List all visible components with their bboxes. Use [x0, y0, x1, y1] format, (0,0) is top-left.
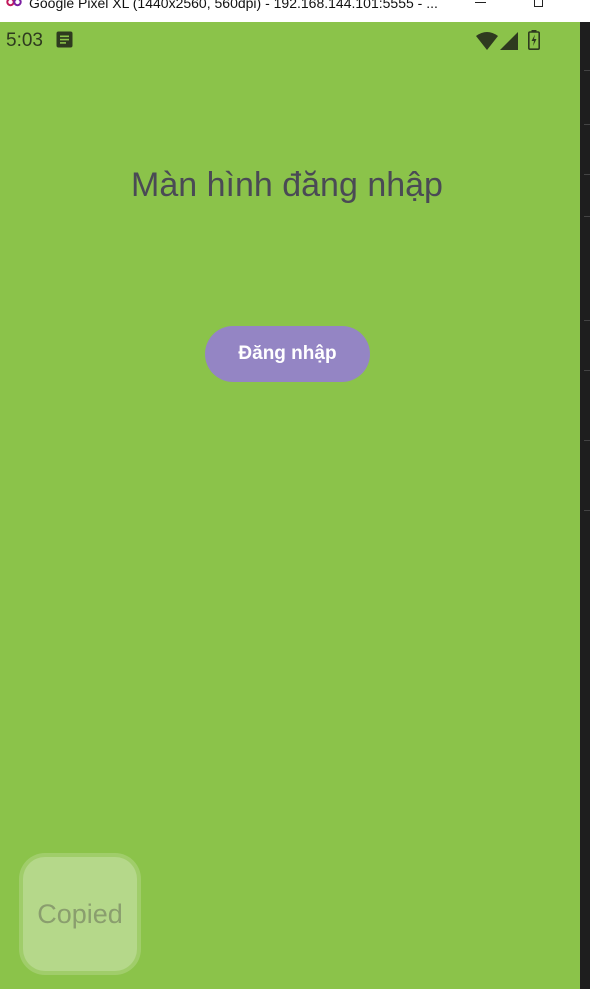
window-bottom-edge	[0, 989, 590, 993]
toast-label: Copied	[23, 857, 137, 971]
login-button[interactable]: Đăng nhập	[205, 326, 370, 382]
device-screen: 5:03 Màn hình đăng nhập Đăng nhập Copied	[0, 22, 580, 993]
minimize-icon[interactable]	[475, 2, 486, 3]
status-time: 5:03	[6, 30, 43, 51]
edge-tick	[584, 124, 590, 125]
emulator-icon	[6, 0, 22, 7]
window-title-bar: Google Pixel XL (1440x2560, 560dpi) - 19…	[0, 0, 590, 22]
edge-tick	[584, 70, 590, 71]
battery-charging-icon	[528, 30, 540, 50]
signal-icon	[500, 32, 518, 50]
edge-tick	[584, 510, 590, 511]
maximize-icon[interactable]	[534, 0, 543, 7]
edge-tick	[584, 216, 590, 217]
screen-title: Màn hình đăng nhập	[131, 166, 443, 204]
window-right-edge	[580, 22, 590, 993]
edge-tick	[584, 440, 590, 441]
window-title: Google Pixel XL (1440x2560, 560dpi) - 19…	[29, 0, 438, 11]
wifi-icon	[476, 32, 498, 50]
edge-tick	[584, 370, 590, 371]
notes-icon	[56, 31, 73, 48]
edge-tick	[584, 174, 590, 175]
edge-tick	[584, 320, 590, 321]
copied-toast: Copied	[19, 853, 141, 975]
